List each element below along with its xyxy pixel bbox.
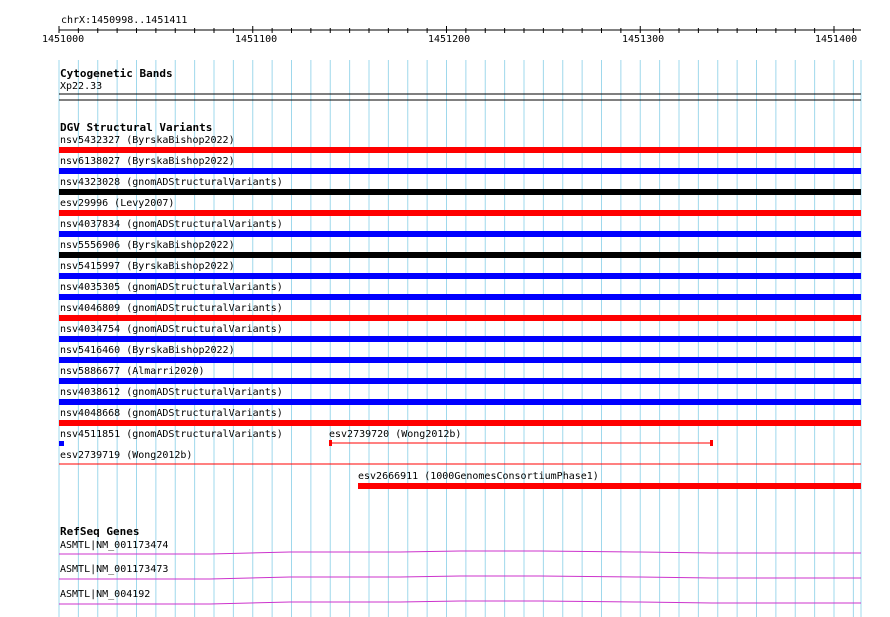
variant-label[interactable]: nsv4035305 (gnomADStructuralVariants): [60, 282, 283, 293]
variant-bar[interactable]: [59, 420, 861, 426]
variant-bar[interactable]: [59, 399, 861, 405]
tick-label-1451200: 1451200: [428, 34, 471, 45]
gene-label[interactable]: ASMTL|NM_001173474: [60, 540, 168, 551]
variant-label[interactable]: nsv4048668 (gnomADStructuralVariants): [60, 408, 283, 419]
variant-bar[interactable]: [59, 273, 861, 279]
variant-label[interactable]: nsv4323028 (gnomADStructuralVariants): [60, 177, 283, 188]
variant-label-esv2739719[interactable]: esv2739719 (Wong2012b): [60, 450, 192, 461]
variant-label[interactable]: nsv4037834 (gnomADStructuralVariants): [60, 219, 283, 230]
gene-label[interactable]: ASMTL|NM_004192: [60, 589, 150, 600]
variant-label[interactable]: nsv5415997 (ByrskaBishop2022): [60, 261, 235, 272]
variant-label-nsv4511851[interactable]: nsv4511851 (gnomADStructuralVariants): [60, 429, 283, 440]
variant-bar[interactable]: [59, 315, 861, 321]
variant-bar[interactable]: [59, 210, 861, 216]
variant-bar[interactable]: [59, 294, 861, 300]
variant-label[interactable]: nsv5432327 (ByrskaBishop2022): [60, 135, 235, 146]
variant-bar[interactable]: [59, 168, 861, 174]
variant-label[interactable]: nsv4038612 (gnomADStructuralVariants): [60, 387, 283, 398]
tick-label-1451100: 1451100: [235, 34, 278, 45]
variant-bar-nsv4511851[interactable]: [59, 441, 64, 446]
tick-label-1451400: 1451400: [815, 34, 858, 45]
region-label: chrX:1450998..1451411: [61, 15, 188, 26]
genome-browser-track-view: chrX:1450998..1451411 1451000 1451100 14…: [0, 0, 890, 617]
variant-bar[interactable]: [59, 357, 861, 363]
variant-label[interactable]: nsv5556906 (ByrskaBishop2022): [60, 240, 235, 251]
variant-bar[interactable]: [59, 336, 861, 342]
variant-bar[interactable]: [59, 378, 861, 384]
track-title-dgv-structural-variants[interactable]: DGV Structural Variants: [60, 122, 212, 134]
variant-label[interactable]: nsv6138027 (ByrskaBishop2022): [60, 156, 235, 167]
variant-cap-left: [329, 440, 332, 446]
variant-label-esv2739720[interactable]: esv2739720 (Wong2012b): [329, 429, 461, 440]
variant-label[interactable]: nsv4034754 (gnomADStructuralVariants): [60, 324, 283, 335]
variant-label[interactable]: nsv5416460 (ByrskaBishop2022): [60, 345, 235, 356]
track-title-refseq-genes[interactable]: RefSeq Genes: [60, 526, 139, 538]
variant-bar-esv2666911[interactable]: [358, 483, 861, 489]
variant-label-esv2666911[interactable]: esv2666911 (1000GenomesConsortiumPhase1): [358, 471, 599, 482]
gene-line[interactable]: [59, 575, 861, 580]
variant-bar[interactable]: [59, 189, 861, 195]
cytoband-label[interactable]: Xp22.33: [60, 81, 102, 92]
gene-label[interactable]: ASMTL|NM_001173473: [60, 564, 168, 575]
gene-line[interactable]: [59, 600, 861, 605]
variant-label[interactable]: esv29996 (Levy2007): [60, 198, 174, 209]
variant-bar[interactable]: [59, 252, 861, 258]
track-title-cytogenetic-bands[interactable]: Cytogenetic Bands: [60, 68, 173, 80]
variant-label[interactable]: nsv5886677 (Almarri2020): [60, 366, 205, 377]
variant-bar[interactable]: [59, 147, 861, 153]
variant-bar[interactable]: [59, 231, 861, 237]
variant-label[interactable]: nsv4046809 (gnomADStructuralVariants): [60, 303, 283, 314]
gene-line[interactable]: [59, 550, 861, 555]
tick-label-1451300: 1451300: [622, 34, 665, 45]
variant-cap-right: [710, 440, 713, 446]
tick-label-1451000: 1451000: [42, 34, 85, 45]
